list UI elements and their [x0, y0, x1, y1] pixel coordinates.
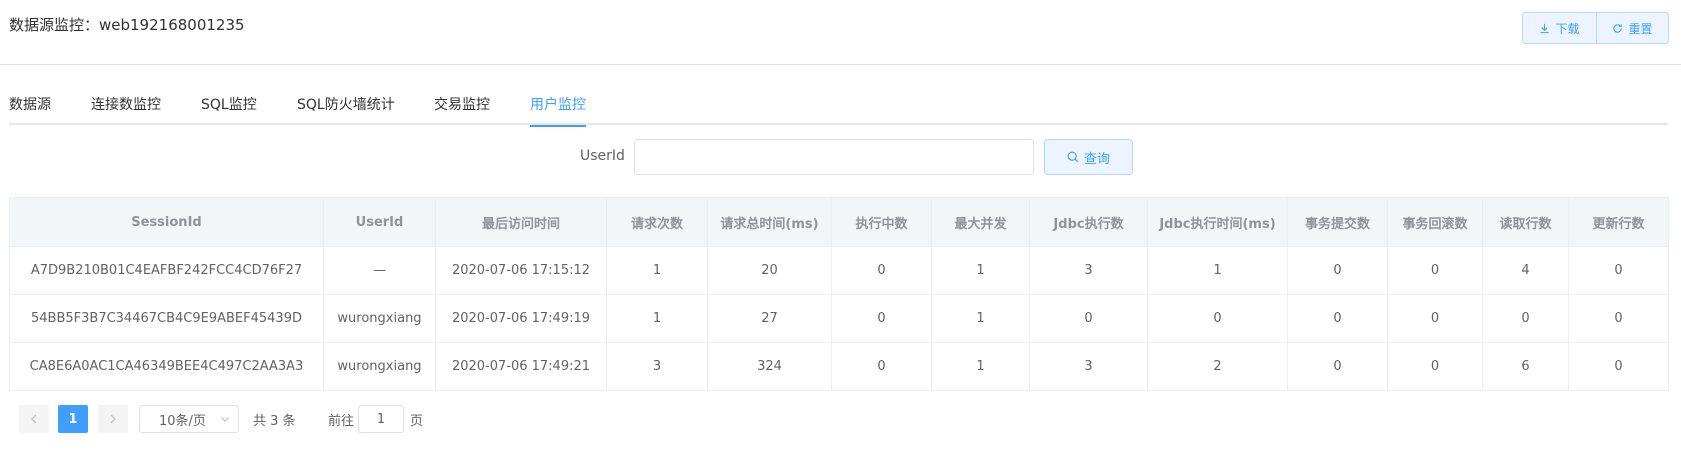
- column-header-jdbc-exec-count: Jdbc执行数: [1029, 197, 1148, 247]
- table-cell: —: [323, 246, 436, 295]
- tab-sql-monitor[interactable]: SQL监控: [201, 90, 257, 125]
- column-header-rows-read: 读取行数: [1482, 197, 1569, 247]
- table-cell: 3: [1029, 342, 1148, 391]
- download-icon: [1540, 23, 1550, 33]
- query-button-label: 查询: [1083, 151, 1110, 167]
- table-cell: 0: [1387, 342, 1483, 391]
- table-cell: wurongxiang: [323, 342, 436, 391]
- reset-button-label: 重置: [1628, 21, 1653, 36]
- table-cell: 0: [1287, 294, 1388, 343]
- header-divider: [0, 64, 1681, 65]
- goto-suffix-label: 页: [410, 414, 424, 429]
- table-cell: 0: [1287, 342, 1388, 391]
- tab-user-monitor[interactable]: 用户监控: [530, 90, 586, 127]
- chevron-right-icon: [110, 414, 116, 424]
- tab-datasource[interactable]: 数据源: [9, 90, 51, 125]
- download-button-label: 下载: [1555, 21, 1580, 36]
- total-count: 共 3 条: [253, 414, 296, 429]
- table-cell: 0: [831, 342, 932, 391]
- table-cell: A7D9B210B01C4EAFBF242FCC4CD76F27: [9, 246, 324, 295]
- goto-page-input[interactable]: [358, 405, 404, 433]
- userid-search-input[interactable]: [634, 139, 1034, 175]
- tab-connection-monitor[interactable]: 连接数监控: [91, 90, 161, 125]
- table-cell: 20: [707, 246, 832, 295]
- user-monitor-table: SessionId UserId 最后访问时间 请求次数 请求总时间(ms) 执…: [9, 197, 1669, 391]
- table-cell: 2020-07-06 17:49:19: [435, 294, 607, 343]
- table-cell: CA8E6A0AC1CA46349BEE4C497C2AA3A3: [9, 342, 324, 391]
- page-size-select[interactable]: 10条/页: [139, 405, 239, 433]
- table-cell: 4: [1482, 246, 1569, 295]
- table-cell: 2: [1147, 342, 1288, 391]
- table-cell: 3: [606, 342, 708, 391]
- table-cell: 1: [931, 342, 1030, 391]
- tab-sql-firewall-stats[interactable]: SQL防火墙统计: [297, 90, 395, 125]
- table-cell: 0: [1147, 294, 1288, 343]
- column-header-tx-commit-count: 事务提交数: [1287, 197, 1388, 247]
- header-button-group: 下载 重置: [1522, 12, 1669, 44]
- table-row: A7D9B210B01C4EAFBF242FCC4CD76F27 — 2020-…: [9, 246, 1669, 295]
- table-cell: 0: [831, 294, 932, 343]
- prev-page-button[interactable]: [19, 405, 49, 433]
- table-cell: 0: [831, 246, 932, 295]
- table-row: CA8E6A0AC1CA46349BEE4C497C2AA3A3 wurongx…: [9, 342, 1669, 391]
- column-header-request-count: 请求次数: [606, 197, 708, 247]
- table-cell: 0: [1029, 294, 1148, 343]
- table-cell: 3: [1029, 246, 1148, 295]
- table-cell: 0: [1287, 246, 1388, 295]
- chevron-down-icon: [221, 417, 229, 422]
- chevron-left-icon: [31, 414, 37, 424]
- table-cell: 6: [1482, 342, 1569, 391]
- goto-prefix-label: 前往: [328, 414, 355, 429]
- next-page-button[interactable]: [98, 405, 128, 433]
- table-header-row: SessionId UserId 最后访问时间 请求次数 请求总时间(ms) 执…: [9, 197, 1669, 247]
- column-header-sessionid: SessionId: [9, 197, 324, 247]
- table-cell: 0: [1387, 246, 1483, 295]
- tab-bar: 数据源 连接数监控 SQL监控 SQL防火墙统计 交易监控 用户监控: [9, 90, 1668, 127]
- table-cell: 0: [1568, 246, 1669, 295]
- table-cell: 0: [1482, 294, 1569, 343]
- column-header-running-count: 执行中数: [831, 197, 932, 247]
- table-cell: 0: [1568, 294, 1669, 343]
- table-cell: 324: [707, 342, 832, 391]
- column-header-tx-rollback-count: 事务回滚数: [1387, 197, 1483, 247]
- download-button[interactable]: 下载: [1523, 13, 1596, 43]
- tab-transaction-monitor[interactable]: 交易监控: [434, 90, 490, 125]
- table-cell: 2020-07-06 17:49:21: [435, 342, 607, 391]
- page-size-label: 10条/页: [159, 413, 206, 429]
- table-cell: 0: [1387, 294, 1483, 343]
- table-cell: 1: [606, 246, 708, 295]
- reset-button[interactable]: 重置: [1596, 13, 1668, 43]
- column-header-last-access-time: 最后访问时间: [435, 197, 607, 247]
- table-cell: 0: [1568, 342, 1669, 391]
- column-header-jdbc-exec-time: Jdbc执行时间(ms): [1147, 197, 1288, 247]
- table-cell: 1: [931, 246, 1030, 295]
- table-cell: 1: [931, 294, 1030, 343]
- table-cell: 54BB5F3B7C34467CB4C9E9ABEF45439D: [9, 294, 324, 343]
- column-header-rows-updated: 更新行数: [1568, 197, 1669, 247]
- table-cell: 1: [1147, 246, 1288, 295]
- table-cell: 2020-07-06 17:15:12: [435, 246, 607, 295]
- column-header-max-concurrency: 最大并发: [931, 197, 1030, 247]
- search-icon: [1067, 151, 1079, 163]
- column-header-request-total-time: 请求总时间(ms): [707, 197, 832, 247]
- refresh-icon: [1613, 23, 1623, 33]
- page-number-1[interactable]: 1: [58, 405, 88, 433]
- table-row: 54BB5F3B7C34467CB4C9E9ABEF45439D wurongx…: [9, 294, 1669, 343]
- query-button[interactable]: 查询: [1044, 139, 1133, 175]
- table-cell: wurongxiang: [323, 294, 436, 343]
- table-cell: 1: [606, 294, 708, 343]
- column-header-userid: UserId: [323, 197, 436, 247]
- table-cell: 27: [707, 294, 832, 343]
- page-title: 数据源监控：web192168001235: [9, 16, 245, 34]
- userid-label: UserId: [580, 148, 625, 164]
